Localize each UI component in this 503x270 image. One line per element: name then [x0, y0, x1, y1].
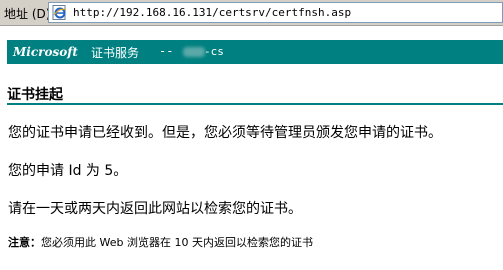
address-label: 地址 (D) — [4, 7, 51, 21]
ca-name-suffix: -cs — [204, 45, 224, 58]
brand-logo: Microsoft — [13, 45, 78, 59]
received-message: 您的证书申请已经收到。但是，您必须等待管理员颁发您申请的证书。 — [8, 125, 442, 141]
banner-separator: -- — [159, 44, 174, 58]
redacted-ca-name — [183, 47, 205, 57]
note-label: 注意： — [8, 236, 41, 249]
service-name: 证书服务 — [91, 46, 140, 60]
return-message: 请在一天或两天内返回此网站以检索您的证书。 — [8, 201, 302, 217]
ie-page-icon — [52, 5, 68, 20]
note-text: 您必须用此 Web 浏览器在 10 天内返回以检索您的证书 — [41, 236, 313, 249]
address-bar: 地址 (D) http://192.168.16.131/certsrv/cer… — [0, 0, 503, 26]
header-banner: Microsoft 证书服务 -- -cs — [7, 40, 503, 64]
title-divider — [7, 103, 503, 105]
note: 注意：您必须用此 Web 浏览器在 10 天内返回以检索您的证书 — [8, 234, 313, 250]
url-text: http://192.168.16.131/certsrv/certfnsh.a… — [73, 6, 352, 19]
page-title: 证书挂起 — [7, 87, 63, 103]
request-id-message: 您的申请 Id 为 5。 — [8, 163, 128, 179]
address-input[interactable]: http://192.168.16.131/certsrv/certfnsh.a… — [48, 2, 503, 23]
